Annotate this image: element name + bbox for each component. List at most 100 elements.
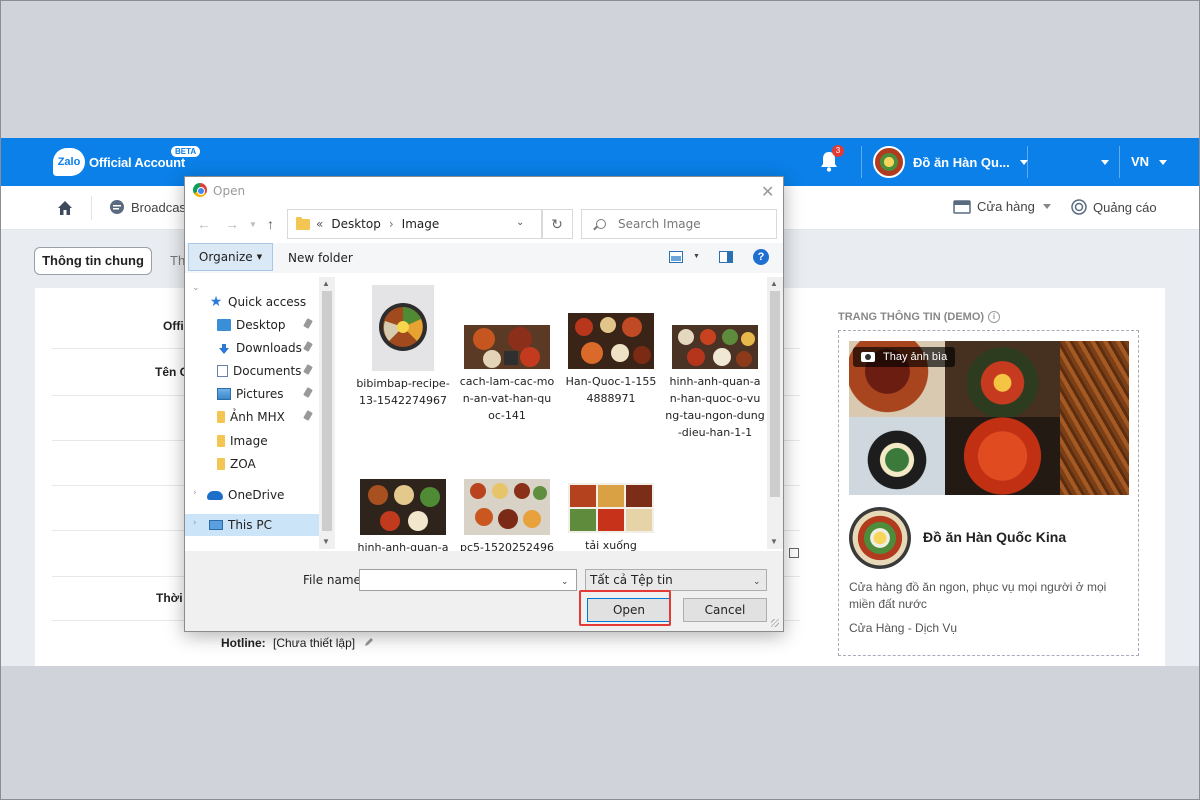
language-selector[interactable]: VN [1131, 154, 1167, 169]
up-arrow-icon[interactable]: ↑ [267, 216, 274, 232]
back-arrow-icon[interactable]: ← [197, 216, 211, 232]
nav-ads[interactable]: Quảng cáo [1071, 199, 1157, 215]
file-name: -dieu-han-1-1 [677, 426, 753, 439]
tab-other[interactable]: Th [170, 253, 185, 268]
file-name: 4888971 [586, 392, 636, 405]
checkbox[interactable] [789, 548, 799, 558]
preview-title-text: TRANG THÔNG TIN (DEMO) [838, 311, 985, 323]
file-item[interactable]: cach-lam-cac-mo n-an-vat-han-qu oc-141 [457, 325, 557, 424]
nav-item-label: OneDrive [228, 488, 285, 502]
nav-item-zoa[interactable]: ZOA [185, 453, 319, 475]
preview-pane-icon[interactable] [719, 251, 733, 263]
forward-arrow-icon[interactable]: → [225, 216, 239, 232]
home-icon[interactable] [57, 200, 73, 216]
broadcast-icon [110, 200, 124, 214]
pin-icon [303, 364, 313, 375]
chevron-down-icon[interactable] [1101, 160, 1109, 165]
new-folder-button[interactable]: New folder [288, 251, 353, 265]
file-thumbnail [568, 313, 654, 369]
search-icon [596, 219, 606, 229]
nav-item-documents[interactable]: Documents [185, 360, 319, 382]
info-icon[interactable]: i [988, 311, 1001, 324]
file-item[interactable]: Han-Quoc-1-155 4888971 [561, 313, 661, 407]
scroll-down-icon[interactable]: ▼ [770, 537, 778, 546]
nav-item-quick-access[interactable]: ★ Quick access [185, 291, 319, 313]
path-segment-desktop[interactable]: Desktop [331, 217, 381, 231]
scroll-down-icon[interactable]: ▼ [322, 537, 330, 546]
resize-grip[interactable] [771, 619, 779, 627]
nav-broadcast-label: Broadcast [131, 199, 190, 215]
file-item[interactable]: pc5-1520252496 [457, 479, 557, 556]
view-options-icon[interactable] [669, 251, 683, 263]
nav-broadcast[interactable]: Broadcast [109, 199, 190, 215]
path-segment-image[interactable]: Image [402, 217, 440, 231]
brand-name: Official Account [89, 154, 185, 170]
nav-store[interactable]: Cửa hàng [953, 199, 1051, 214]
file-name: bibimbap-recipe- [356, 377, 450, 390]
language-label: VN [1131, 154, 1150, 169]
nav-scrollbar[interactable]: ▲ ▼ [319, 277, 335, 549]
nav-item-desktop[interactable]: Desktop [185, 314, 319, 336]
nav-item-anh-mhx[interactable]: Ảnh MHX [185, 406, 319, 428]
chevron-right-icon[interactable]: › [193, 518, 197, 528]
recent-chevron-icon[interactable]: ▼ [249, 220, 257, 229]
file-thumbnail [372, 285, 434, 371]
shop-name: Đồ ăn Hàn Quốc Kina [923, 529, 1067, 545]
dialog-titlebar[interactable]: Open ✕ [185, 177, 783, 205]
search-input[interactable]: Search Image [581, 209, 777, 239]
change-cover-button[interactable]: Thay ảnh bìa [853, 347, 956, 367]
scroll-thumb[interactable] [770, 291, 780, 497]
preview-box: Thay ảnh bìa Đồ ăn Hàn Quốc Kina Cửa hàn… [838, 330, 1139, 656]
file-item[interactable]: tải xuống [561, 483, 661, 554]
nav-item-label: Pictures [236, 387, 284, 401]
address-row: ← → ▼ ↑ « Desktop › Image ⌄ ↻ Search Ima… [185, 209, 783, 239]
address-bar[interactable]: « Desktop › Image ⌄ [287, 209, 543, 239]
chevron-down-icon[interactable]: ⌄ [561, 576, 569, 587]
file-name: Han-Quoc-1-155 [565, 375, 657, 388]
camera-icon [861, 352, 875, 362]
nav-item-this-pc[interactable]: › This PC [185, 514, 319, 536]
close-icon[interactable]: ✕ [761, 182, 774, 202]
zalo-logo[interactable]: Zalo Official Account BETA [53, 146, 201, 176]
files-scrollbar[interactable]: ▲ ▼ [767, 277, 783, 549]
star-icon: ★ [209, 294, 223, 310]
field-label-hotline: Hotline: [221, 636, 266, 650]
file-item[interactable]: bibimbap-recipe- 13-1542274967 [353, 285, 453, 409]
nav-item-label: Image [230, 434, 268, 448]
scroll-up-icon[interactable]: ▲ [770, 279, 778, 288]
pin-icon [303, 318, 313, 329]
file-name: cach-lam-cac-mo [459, 375, 555, 388]
file-item[interactable]: hinh-anh-quan-a [353, 479, 453, 556]
chevron-down-icon[interactable]: ⌄ [516, 217, 524, 228]
file-name: ng-tau-ngon-dung [665, 409, 765, 422]
file-thumbnail [568, 483, 654, 533]
file-item[interactable]: hinh-anh-quan-a n-han-quoc-o-vu ng-tau-n… [665, 325, 765, 441]
chevron-down-icon[interactable]: ▼ [693, 253, 700, 260]
navigation-pane: ⌄ ★ Quick access Desktop Downloads Docum… [185, 277, 319, 549]
hotline-value[interactable]: [Chưa thiết lập] [273, 636, 374, 650]
cover-food-3 [1060, 341, 1129, 495]
file-name-input[interactable] [359, 569, 577, 591]
shop-avatar [849, 507, 911, 569]
cancel-button[interactable]: Cancel [683, 598, 767, 622]
account-switcher[interactable]: Đồ ăn Hàn Qu... [873, 146, 1028, 178]
nav-item-downloads[interactable]: Downloads [185, 337, 319, 359]
chevron-down-icon[interactable]: ⌄ [753, 576, 761, 587]
tab-general-info[interactable]: Thông tin chung [34, 247, 152, 275]
onedrive-icon [207, 490, 223, 500]
divider [1027, 146, 1028, 178]
account-avatar [873, 146, 905, 178]
nav-item-onedrive[interactable]: OneDrive [185, 484, 319, 506]
file-type-select[interactable]: Tất cả Tệp tin [585, 569, 767, 591]
organize-button[interactable]: Organize ▼ [188, 243, 273, 271]
nav-item-pictures[interactable]: Pictures [185, 383, 319, 405]
scroll-up-icon[interactable]: ▲ [322, 279, 330, 288]
pencil-icon[interactable] [364, 637, 374, 647]
dialog-footer: File name: ⌄ Tất cả Tệp tin ⌄ Open Cance… [185, 551, 783, 631]
nav-item-image[interactable]: Image [185, 430, 319, 452]
help-icon[interactable]: ? [753, 249, 769, 265]
pin-icon [303, 341, 313, 352]
scroll-thumb[interactable] [322, 291, 332, 531]
refresh-icon[interactable]: ↻ [541, 209, 573, 239]
chevron-down-icon [1042, 204, 1051, 209]
